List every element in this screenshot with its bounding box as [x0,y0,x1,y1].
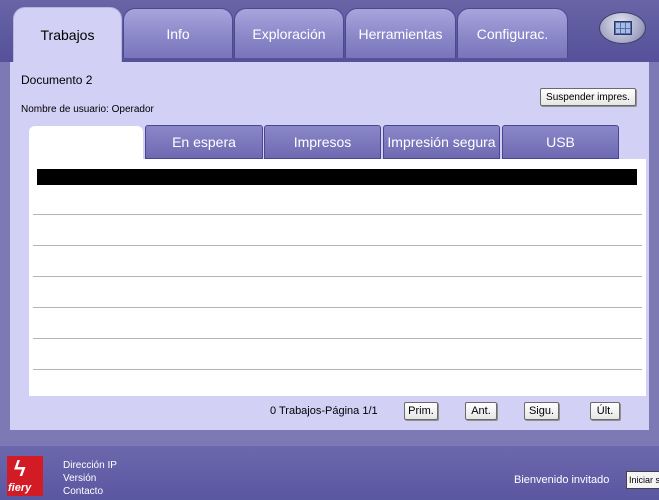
lightning-icon: ϟ [14,456,26,481]
table-row [33,338,642,339]
sub-tab-impresion-segura[interactable]: Impresión segura [383,125,500,159]
suspend-print-button[interactable]: Suspender impres. [540,88,636,106]
user-name-label: Nombre de usuario: Operador [21,104,154,115]
ip-address-link[interactable]: Dirección IP [63,460,117,471]
logo-text: fiery [8,482,32,494]
tab-herramientas[interactable]: Herramientas [345,8,456,58]
sub-tab-active-blank[interactable] [29,126,143,160]
contact-link[interactable]: Contacto [63,486,103,497]
tab-exploracion[interactable]: Exploración [234,8,344,58]
tab-info[interactable]: Info [123,8,233,58]
table-row [33,245,642,246]
page-info: 0 Trabajos-Página 1/1 [270,405,378,417]
table-row [33,369,642,370]
system-monitor-icon[interactable] [599,12,646,44]
last-page-button[interactable]: Últ. [590,402,620,420]
version-link[interactable]: Versión [63,473,96,484]
table-row [33,276,642,277]
table-header-row [37,169,637,185]
previous-page-button[interactable]: Ant. [465,402,497,420]
tab-trabajos[interactable]: Trabajos [13,7,122,62]
sub-tab-impresos[interactable]: Impresos [264,125,381,159]
document-title: Documento 2 [21,73,93,87]
fiery-logo: ϟ fiery [7,456,43,496]
login-button[interactable]: Iniciar sesión [626,471,659,489]
first-page-button[interactable]: Prim. [404,402,438,420]
table-row [33,214,642,215]
welcome-text: Bienvenido invitado [514,474,610,486]
next-page-button[interactable]: Sigu. [524,402,559,420]
sub-tab-usb[interactable]: USB [502,125,619,159]
jobs-table [29,159,646,396]
table-row [33,307,642,308]
sub-tab-en-espera[interactable]: En espera [145,125,263,159]
tab-configuracion[interactable]: Configurac. [457,8,568,58]
